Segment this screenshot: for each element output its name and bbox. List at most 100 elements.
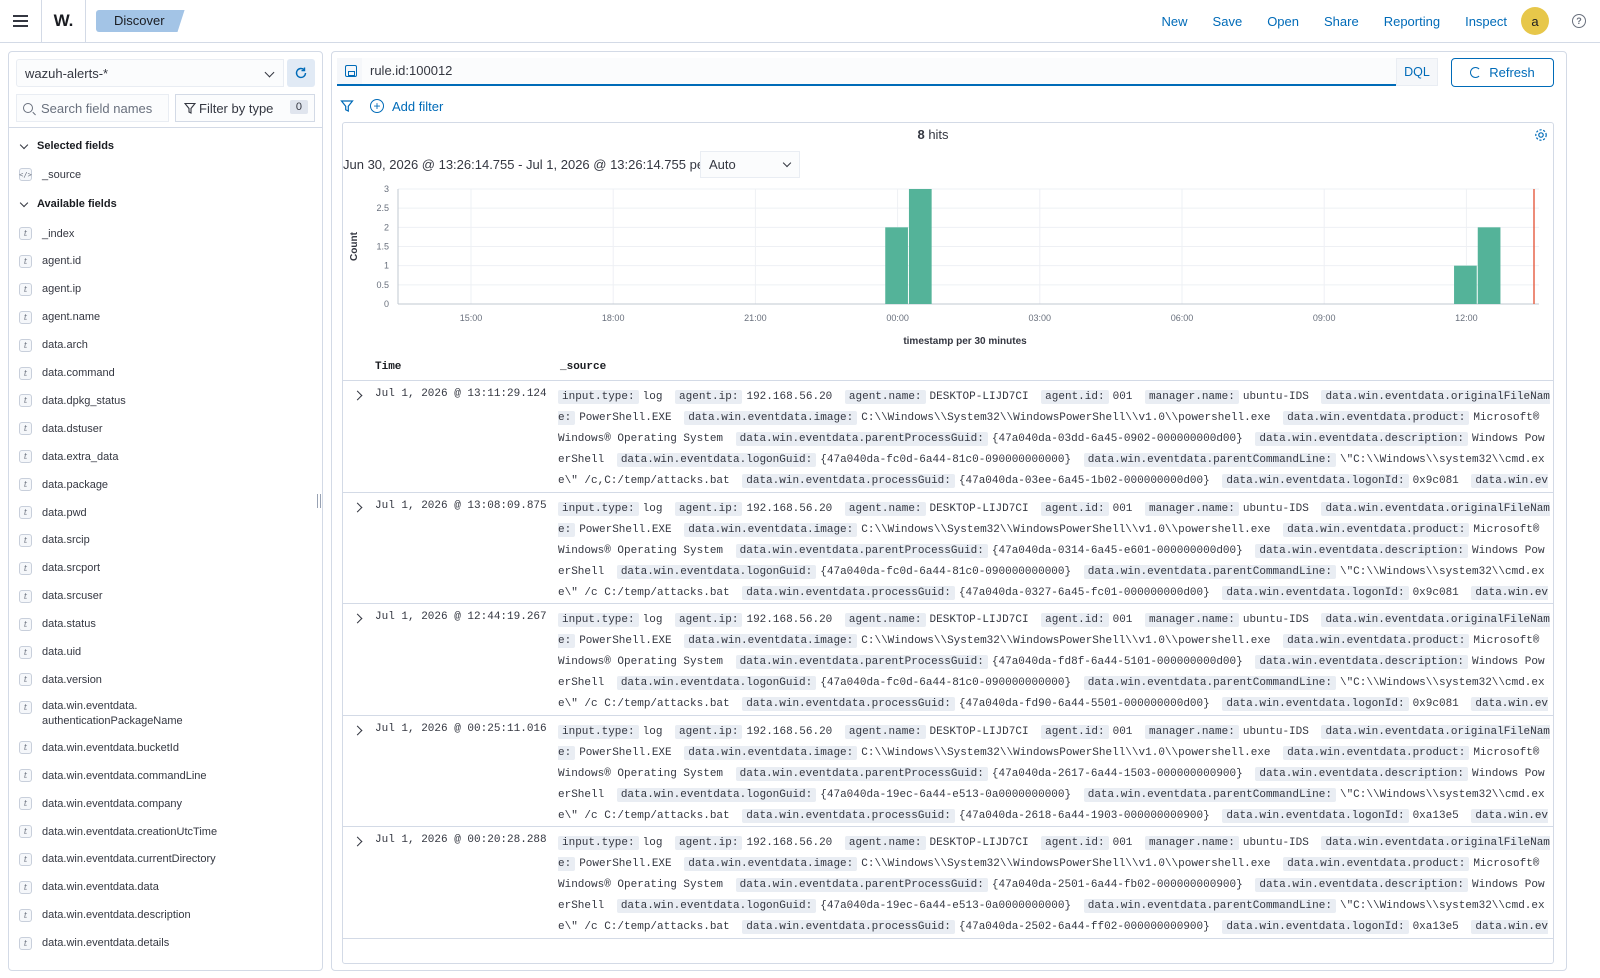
saved-query-button[interactable] <box>337 58 365 86</box>
source-field-value: 192.168.56.20 <box>746 391 833 403</box>
field-item[interactable]: t data.dpkg_status <box>19 394 126 408</box>
add-filter-button[interactable]: + Add filter <box>370 99 443 114</box>
filter-icon[interactable] <box>340 99 354 113</box>
new-link[interactable]: New <box>1162 14 1188 29</box>
filter-count-badge: 0 <box>289 100 308 114</box>
app-logo[interactable]: W. <box>42 0 86 43</box>
field-search-input[interactable] <box>41 100 161 116</box>
field-item[interactable]: t data.win.eventdata.currentDirectory <box>19 852 216 866</box>
interval-value: Auto <box>709 157 736 172</box>
field-item[interactable]: t data.pwd <box>19 506 87 519</box>
gear-icon[interactable] <box>1534 128 1548 142</box>
field-item[interactable]: t data.status <box>19 617 96 631</box>
share-link[interactable]: Share <box>1324 14 1359 29</box>
filter-icon <box>184 102 196 114</box>
string-field-icon: t <box>19 645 32 659</box>
expand-row-icon[interactable] <box>352 502 363 512</box>
field-item[interactable]: t data.package <box>19 478 108 492</box>
inspect-link[interactable]: Inspect <box>1465 14 1507 29</box>
selected-fields-toggle[interactable]: Selected fields <box>19 140 114 152</box>
field-item[interactable]: t data.win.eventdata.company <box>19 797 182 811</box>
field-item[interactable]: t data.srcuser <box>19 589 103 603</box>
source-field-value: PowerShell.EXE <box>579 412 672 424</box>
source-field-key: input.type: <box>558 501 639 516</box>
field-item-source[interactable]: </> _source <box>19 168 81 181</box>
expand-row-icon[interactable] <box>352 390 363 401</box>
source-field-key: data.win.eventdata.parentCommandLine: <box>1083 453 1336 467</box>
field-name: data.win.eventdata.commandLine <box>42 769 207 782</box>
source-field-value: 192.168.56.20 <box>746 725 833 738</box>
field-item[interactable]: t data.dstuser <box>19 422 103 436</box>
field-item[interactable]: t data.version <box>19 673 102 687</box>
string-field-icon: t <box>19 936 32 950</box>
refresh-button[interactable]: Refresh <box>1451 58 1554 87</box>
field-item[interactable]: t data.win.eventdata. authenticationPackag… <box>19 699 183 729</box>
field-item[interactable]: t data.win.eventdata.data <box>19 880 159 894</box>
source-field-value: C:\\Windows\\System32\\WindowsPowerShell… <box>861 412 1271 424</box>
refresh-label: Refresh <box>1489 65 1535 80</box>
source-field-value: PowerShell.EXE <box>579 523 672 536</box>
source-field-key: data.win.eventdata.description: <box>1255 432 1468 446</box>
string-field-icon: t <box>19 282 32 296</box>
available-fields-toggle[interactable]: Available fields <box>19 198 117 210</box>
field-item[interactable]: t agent.name <box>19 310 100 324</box>
field-name: data.win.eventdata.currentDirectory <box>42 853 216 866</box>
expand-row-icon[interactable] <box>352 725 363 735</box>
field-item[interactable]: t data.win.eventdata.commandLine <box>19 769 207 783</box>
field-item[interactable]: t data.srcport <box>19 561 100 575</box>
field-item[interactable]: t data.win.eventdata.description <box>19 908 191 922</box>
source-field-key: data.win.eventdata.logonGuid: <box>616 676 817 690</box>
source-field-key: data.win.eventdata.logonGuid: <box>616 899 817 913</box>
field-item[interactable]: t agent.id <box>19 254 81 268</box>
source-field-key: manager.name: <box>1145 501 1239 516</box>
string-field-icon: t <box>19 769 32 783</box>
expand-row-icon[interactable] <box>352 836 363 847</box>
field-item[interactable]: t _index <box>19 227 74 240</box>
top-nav-links: New Save Open Share Reporting Inspect <box>1137 0 1507 43</box>
interval-select[interactable]: Auto <box>700 151 800 178</box>
y-tick-label: 1 <box>384 261 389 271</box>
source-field-key: agent.name: <box>844 613 926 627</box>
query-language-button[interactable]: DQL <box>1396 58 1438 86</box>
index-refresh-button[interactable] <box>287 59 315 87</box>
field-item[interactable]: t agent.ip <box>19 282 81 296</box>
add-filter-label: Add filter <box>392 98 444 114</box>
source-field-value: 0x9c081 <box>1412 698 1459 710</box>
source-field-value: {47a040da-0314-6a45-e601-000000000d00} <box>991 544 1243 557</box>
field-item[interactable]: t data.command <box>19 366 115 380</box>
document-time: Jul 1, 2026 @ 00:25:11.016 <box>375 722 547 735</box>
save-link[interactable]: Save <box>1213 14 1243 29</box>
column-header-time[interactable]: Time <box>375 361 401 373</box>
field-item[interactable]: t data.win.eventdata.details <box>19 936 169 950</box>
string-field-icon: t <box>19 533 32 547</box>
source-field-key: data.win.eventdata.processGuid: <box>742 474 955 488</box>
menu-toggle-button[interactable] <box>0 0 42 43</box>
breadcrumb-discover[interactable]: Discover <box>96 10 185 32</box>
column-header-source[interactable]: _source <box>560 361 606 373</box>
document-time: Jul 1, 2026 @ 13:08:09.875 <box>375 499 547 512</box>
reporting-link[interactable]: Reporting <box>1384 14 1440 29</box>
field-item[interactable]: t data.win.eventdata.bucketId <box>19 741 179 755</box>
field-item[interactable]: t data.srcip <box>19 533 90 547</box>
source-field-value: PowerShell.EXE <box>579 746 672 759</box>
query-input[interactable]: rule.id:100012 <box>362 58 1396 86</box>
refresh-icon <box>1470 67 1482 78</box>
x-tick-label: 00:00 <box>886 313 909 323</box>
field-item[interactable]: t data.arch <box>19 338 88 352</box>
field-item[interactable]: t data.uid <box>19 645 81 659</box>
help-icon[interactable]: ? <box>1572 14 1586 28</box>
sidebar-resize-handle[interactable] <box>317 494 321 508</box>
source-field-key: input.type: <box>558 390 639 404</box>
expand-row-icon[interactable] <box>352 613 363 624</box>
histogram-bar <box>908 189 932 304</box>
open-link[interactable]: Open <box>1267 14 1299 29</box>
string-field-icon: t <box>19 422 32 436</box>
field-item[interactable]: t data.win.eventdata.creationUtcTime <box>19 825 217 838</box>
index-pattern-select[interactable]: wazuh-alerts-* <box>16 59 284 87</box>
source-field-key: data.win.eventdata.processGuid: <box>742 585 955 600</box>
user-avatar[interactable]: a <box>1521 7 1549 35</box>
field-item[interactable]: t data.extra_data <box>19 450 118 464</box>
histogram-bar <box>885 227 908 304</box>
filter-by-type-button[interactable]: Filter by type 0 <box>175 94 315 122</box>
source-field-value: {47a040da-03dd-6a45-0902-000000000d00} <box>991 433 1243 445</box>
